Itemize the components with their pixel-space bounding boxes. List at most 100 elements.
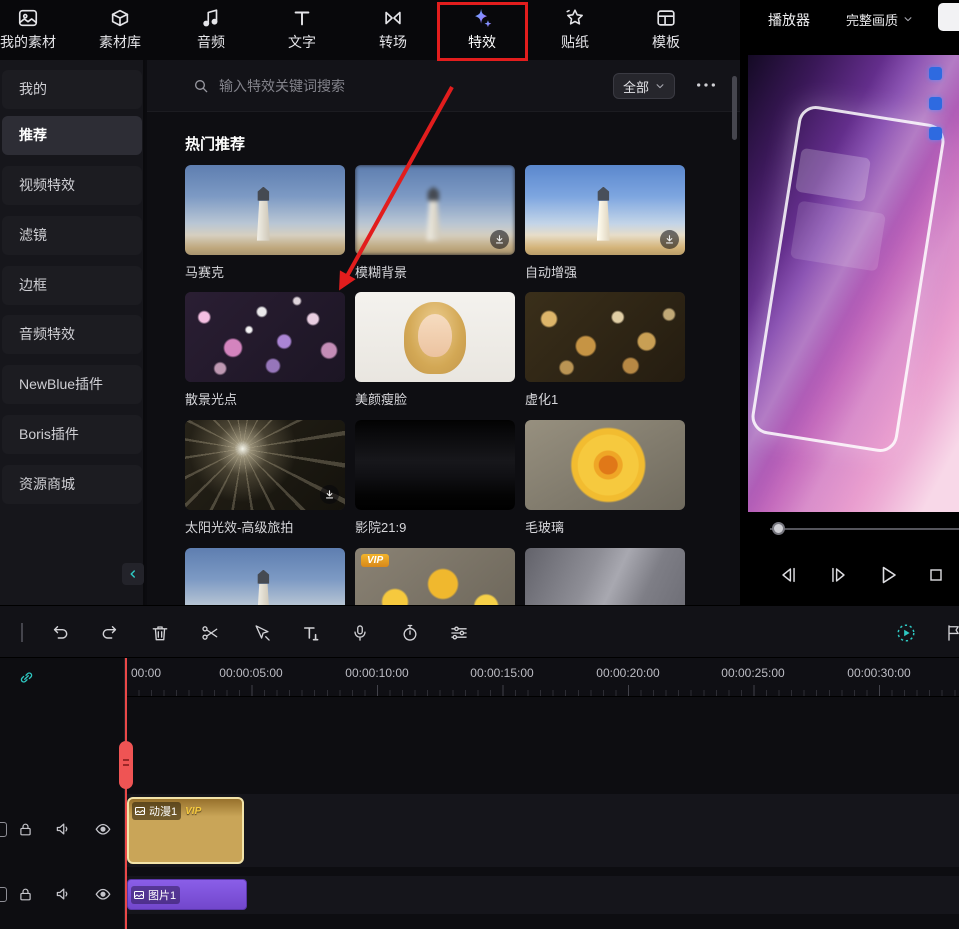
link-icon[interactable]: [18, 669, 35, 691]
track-icon-partial[interactable]: [0, 887, 7, 902]
step-forward-button[interactable]: [825, 562, 851, 588]
track-visibility-icon[interactable]: [94, 885, 112, 903]
effect-thumbnail[interactable]: [525, 420, 685, 510]
my-media-icon: [17, 7, 39, 29]
marker-flag-button[interactable]: [943, 622, 959, 644]
nav-my-media[interactable]: 我的素材: [0, 0, 73, 60]
sidebar-item-audio-effects[interactable]: 音频特效: [2, 315, 142, 354]
nav-transitions[interactable]: 转场: [348, 0, 438, 60]
play-button[interactable]: [875, 562, 901, 588]
effect-thumbnail[interactable]: [355, 292, 515, 382]
split-button[interactable]: [199, 622, 221, 644]
gold-bokeh-art: [525, 292, 685, 382]
clip-anime1[interactable]: 动漫1 VIP: [127, 797, 244, 864]
effect-card-beauty-face[interactable]: 美颜瘦脸: [355, 292, 515, 408]
effect-card-partial-2[interactable]: VIP: [355, 548, 515, 605]
sidebar-item-store[interactable]: 资源商城: [2, 465, 142, 504]
clip-image1[interactable]: 图片1: [127, 879, 247, 910]
effect-card-mosaic[interactable]: 马赛克: [185, 165, 345, 281]
effect-card-partial-1[interactable]: [185, 548, 345, 605]
delete-button[interactable]: [149, 622, 171, 644]
flower-art: [525, 420, 685, 510]
track-mute-icon[interactable]: [54, 885, 72, 903]
video-preview[interactable]: [748, 55, 959, 512]
sidebar-item-mine[interactable]: 我的: [2, 70, 142, 109]
track-mute-icon[interactable]: [54, 820, 72, 838]
track-lock-icon[interactable]: [16, 820, 34, 838]
sidebar-item-label: NewBlue插件: [19, 376, 103, 392]
sidebar-item-filters[interactable]: 滤镜: [2, 216, 142, 255]
effect-card-bokeh-lights[interactable]: 散景光点: [185, 292, 345, 408]
nav-text[interactable]: 文字: [257, 0, 347, 60]
pink-bokeh-art: [185, 292, 345, 382]
track-icon-partial[interactable]: [0, 822, 7, 837]
effect-card-cinema219[interactable]: 影院21:9: [355, 420, 515, 536]
playhead-line[interactable]: [125, 658, 127, 929]
effect-card-blur-background[interactable]: 模糊背景: [355, 165, 515, 281]
nav-stickers[interactable]: 贴纸: [530, 0, 620, 60]
effect-card-frosted-glass[interactable]: 毛玻璃: [525, 420, 685, 536]
effect-card-auto-enhance[interactable]: 自动增强: [525, 165, 685, 281]
effect-thumbnail[interactable]: [525, 292, 685, 382]
effects-scrollbar[interactable]: [732, 76, 737, 140]
stop-button[interactable]: [923, 562, 949, 588]
sidebar-collapse-button[interactable]: [122, 563, 144, 585]
timeline-tracks[interactable]: 动漫1 VIP 图片1: [125, 697, 959, 929]
effect-thumbnail[interactable]: VIP: [355, 548, 515, 605]
effect-card-blur1[interactable]: 虚化1: [525, 292, 685, 408]
search-input[interactable]: [219, 73, 589, 99]
search-bar: 全部: [147, 60, 740, 112]
effect-label: 毛玻璃: [525, 517, 685, 536]
sidebar-item-boris[interactable]: Boris插件: [2, 415, 142, 454]
effect-thumbnail[interactable]: [185, 165, 345, 255]
nav-templates[interactable]: 模板: [621, 0, 711, 60]
download-icon[interactable]: [490, 230, 509, 249]
download-icon[interactable]: [660, 230, 679, 249]
render-preview-button[interactable]: [895, 622, 917, 644]
sidebar-item-recommended[interactable]: 推荐: [2, 116, 142, 155]
step-back-button[interactable]: [776, 562, 802, 588]
effect-thumbnail[interactable]: [355, 420, 515, 510]
sticker-icon: [564, 7, 586, 29]
cinema-art: [355, 420, 515, 510]
adjust-button[interactable]: [448, 622, 470, 644]
timeline-toolbar: [0, 605, 959, 658]
playhead-grip[interactable]: [119, 741, 133, 789]
effect-thumbnail[interactable]: [185, 292, 345, 382]
mockup-app-icon: [929, 127, 942, 140]
effect-thumbnail[interactable]: [185, 420, 345, 510]
timeline-ruler[interactable]: 00:00 00:00:05:00 00:00:10:00 00:00:15:0…: [125, 658, 959, 697]
render-preview-icon: [895, 622, 917, 644]
undo-button[interactable]: [49, 622, 71, 644]
more-options-icon[interactable]: [695, 76, 717, 94]
nav-audio[interactable]: 音频: [166, 0, 256, 60]
redo-button[interactable]: [99, 622, 121, 644]
soft-gradient-art: [525, 548, 685, 605]
playback-progress-bar[interactable]: [770, 528, 959, 530]
effect-thumbnail[interactable]: [185, 548, 345, 605]
nav-media-library[interactable]: 素材库: [75, 0, 165, 60]
download-icon[interactable]: [320, 485, 339, 504]
select-tool-button[interactable]: [251, 622, 273, 644]
playback-progress-knob[interactable]: [772, 522, 785, 535]
quality-dropdown[interactable]: 完整画质: [840, 7, 919, 31]
sidebar-item-borders[interactable]: 边框: [2, 266, 142, 305]
voice-tool-button[interactable]: [349, 622, 371, 644]
text-tool-button[interactable]: [300, 622, 322, 644]
effects-panel: 全部 热门推荐 马赛克 模糊背景 自动增强 散景光点: [147, 60, 740, 605]
track-visibility-icon[interactable]: [94, 820, 112, 838]
filter-all-dropdown[interactable]: 全部: [613, 73, 675, 99]
effect-thumbnail[interactable]: [525, 548, 685, 605]
sidebar-item-newblue[interactable]: NewBlue插件: [2, 365, 142, 404]
effect-thumbnail[interactable]: [355, 165, 515, 255]
effect-card-sun-flare[interactable]: 太阳光效-高级旅拍: [185, 420, 345, 536]
track-lock-icon[interactable]: [16, 885, 34, 903]
nav-effects[interactable]: 特效: [437, 0, 527, 60]
search-icon: [193, 78, 209, 94]
image-icon: [133, 889, 145, 901]
effect-thumbnail[interactable]: [525, 165, 685, 255]
effect-card-partial-3[interactable]: [525, 548, 685, 605]
effect-label: 模糊背景: [355, 262, 515, 281]
sidebar-item-video-effects[interactable]: 视频特效: [2, 166, 142, 205]
timer-button[interactable]: [399, 622, 421, 644]
